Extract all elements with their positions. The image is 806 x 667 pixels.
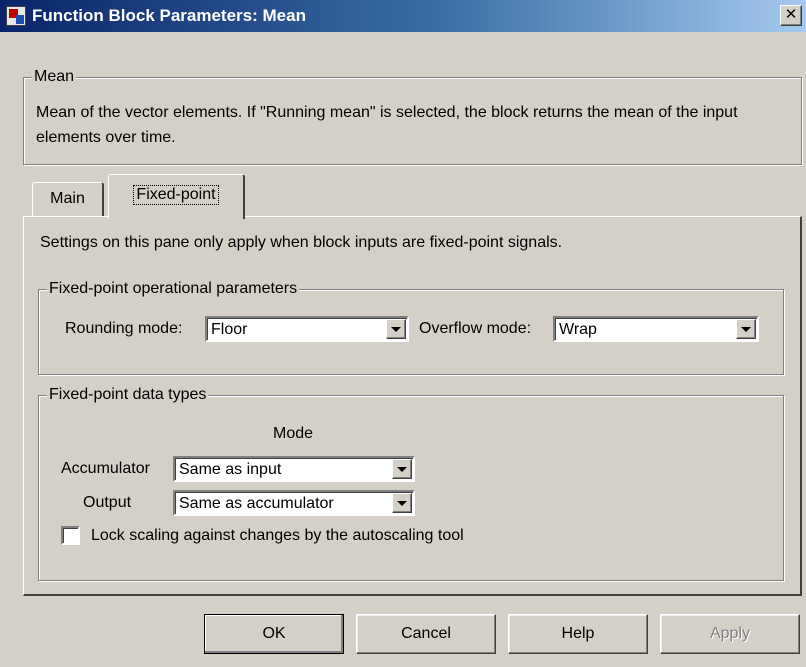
apply-button: Apply (660, 614, 800, 654)
accumulator-label: Accumulator (61, 460, 150, 477)
window-title: Function Block Parameters: Mean (32, 6, 306, 25)
ok-button-label: OK (262, 625, 286, 642)
description-group-title: Mean (32, 68, 77, 86)
overflow-mode-value: Wrap (559, 321, 597, 338)
block-description: Mean of the vector elements. If "Running… (36, 104, 738, 146)
overflow-mode-select[interactable]: Wrap (553, 316, 759, 342)
help-button-label: Help (561, 625, 595, 642)
ok-button[interactable]: OK (204, 614, 344, 654)
rounding-mode-value: Floor (211, 321, 248, 338)
operational-params-title: Fixed-point operational parameters (47, 280, 300, 298)
mode-column-header: Mode (273, 425, 314, 442)
accumulator-mode-value: Same as input (179, 461, 282, 478)
chevron-down-icon (391, 327, 401, 332)
output-label: Output (83, 494, 132, 511)
output-mode-select[interactable]: Same as accumulator (173, 490, 415, 516)
rounding-mode-label: Rounding mode: (65, 320, 183, 337)
rounding-mode-select[interactable]: Floor (205, 316, 409, 342)
tab-main[interactable]: Main (32, 182, 104, 216)
chevron-down-icon (397, 501, 407, 506)
apply-button-label: Apply (709, 625, 751, 642)
accumulator-dropdown-button[interactable] (392, 459, 412, 479)
cancel-button-label: Cancel (401, 625, 451, 642)
lock-scaling-checkbox[interactable] (61, 526, 80, 545)
help-button[interactable]: Help (508, 614, 648, 654)
overflow-mode-dropdown-button[interactable] (736, 319, 756, 339)
close-icon: ✕ (784, 6, 798, 23)
lock-scaling-label[interactable]: Lock scaling against changes by the auto… (91, 526, 464, 546)
overflow-mode-label: Overflow mode: (419, 320, 532, 337)
tab-fixed-point-label: Fixed-point (133, 185, 219, 205)
cancel-button[interactable]: Cancel (356, 614, 496, 654)
rounding-mode-dropdown-button[interactable] (386, 319, 406, 339)
tab-fixed-point[interactable]: Fixed-point (108, 174, 245, 219)
description-group: Mean Mean of the vector elements. If "Ru… (23, 68, 802, 165)
fixed-point-pane: Settings on this pane only apply when bl… (23, 216, 802, 596)
simulink-block-icon[interactable] (6, 6, 26, 26)
output-mode-value: Same as accumulator (179, 495, 334, 512)
pane-note: Settings on this pane only apply when bl… (40, 234, 563, 251)
tab-main-label: Main (50, 190, 85, 207)
operational-params-group: Fixed-point operational parameters Round… (38, 280, 784, 375)
data-types-group: Fixed-point data types Mode Accumulator … (38, 386, 784, 581)
output-dropdown-button[interactable] (392, 493, 412, 513)
title-bar: Function Block Parameters: Mean ✕ (0, 0, 806, 32)
close-button[interactable]: ✕ (780, 5, 802, 26)
data-types-title: Fixed-point data types (47, 386, 209, 404)
accumulator-mode-select[interactable]: Same as input (173, 456, 415, 482)
chevron-down-icon (397, 467, 407, 472)
chevron-down-icon (741, 327, 751, 332)
